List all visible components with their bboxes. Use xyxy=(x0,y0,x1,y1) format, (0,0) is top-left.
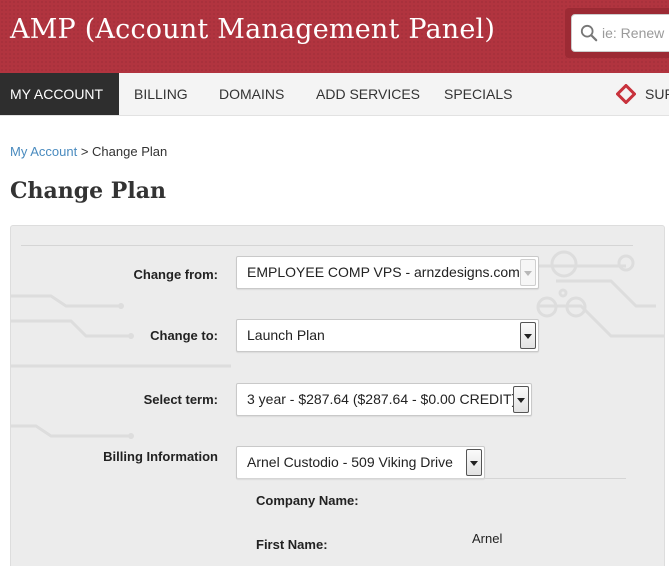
change-to-value: Launch Plan xyxy=(247,327,325,343)
chevron-down-icon xyxy=(466,449,482,476)
change-from-select[interactable]: EMPLOYEE COMP VPS - arnzdesigns.com xyxy=(236,256,539,289)
select-term-select[interactable]: 3 year - $287.64 ($287.64 - $0.00 CREDIT… xyxy=(236,383,532,416)
search-input[interactable] xyxy=(602,23,669,43)
breadcrumb-link-my-account[interactable]: My Account xyxy=(10,144,77,159)
breadcrumb-current: Change Plan xyxy=(92,144,168,159)
billing-divider xyxy=(236,478,626,479)
change-to-label: Change to: xyxy=(150,328,218,343)
nav-support[interactable]: SUP xyxy=(645,73,669,115)
change-from-label: Change from: xyxy=(133,267,219,282)
chevron-down-icon xyxy=(520,322,536,349)
search-icon xyxy=(580,24,598,42)
select-term-value: 3 year - $287.64 ($287.64 - $0.00 CREDIT… xyxy=(247,391,517,407)
first-name-value: Arnel xyxy=(472,531,503,546)
change-plan-form: Change from: EMPLOYEE COMP VPS - arnzdes… xyxy=(10,225,665,566)
lifebuoy-icon[interactable] xyxy=(616,84,636,104)
billing-info-select[interactable]: Arnel Custodio - 509 Viking Drive xyxy=(236,446,485,479)
first-name-label: First Name: xyxy=(256,537,328,552)
nav-add-services[interactable]: ADD SERVICES xyxy=(316,73,420,115)
chevron-down-icon xyxy=(520,259,536,286)
breadcrumb: My Account > Change Plan xyxy=(10,144,167,159)
nav-my-account[interactable]: MY ACCOUNT xyxy=(0,73,119,115)
change-from-value: EMPLOYEE COMP VPS - arnzdesigns.com xyxy=(247,264,520,280)
nav-billing[interactable]: BILLING xyxy=(134,73,188,115)
select-term-label: Select term: xyxy=(143,392,218,407)
page-title: Change Plan xyxy=(10,178,166,204)
panel-divider xyxy=(21,245,633,246)
change-to-select[interactable]: Launch Plan xyxy=(236,319,539,352)
nav-domains[interactable]: DOMAINS xyxy=(219,73,284,115)
app-title: AMP (Account Management Panel) xyxy=(10,14,496,45)
chevron-down-icon xyxy=(513,386,529,413)
billing-info-label: Billing Information xyxy=(103,449,218,464)
company-name-label: Company Name: xyxy=(256,493,359,508)
search-container xyxy=(565,8,669,58)
nav-specials[interactable]: SPECIALS xyxy=(444,73,512,115)
main-nav: MY ACCOUNT BILLING DOMAINS ADD SERVICES … xyxy=(0,73,669,116)
header-bar: AMP (Account Management Panel) xyxy=(0,0,669,73)
breadcrumb-separator: > xyxy=(80,144,89,159)
billing-info-value: Arnel Custodio - 509 Viking Drive xyxy=(247,454,453,470)
search-field[interactable] xyxy=(571,14,669,52)
